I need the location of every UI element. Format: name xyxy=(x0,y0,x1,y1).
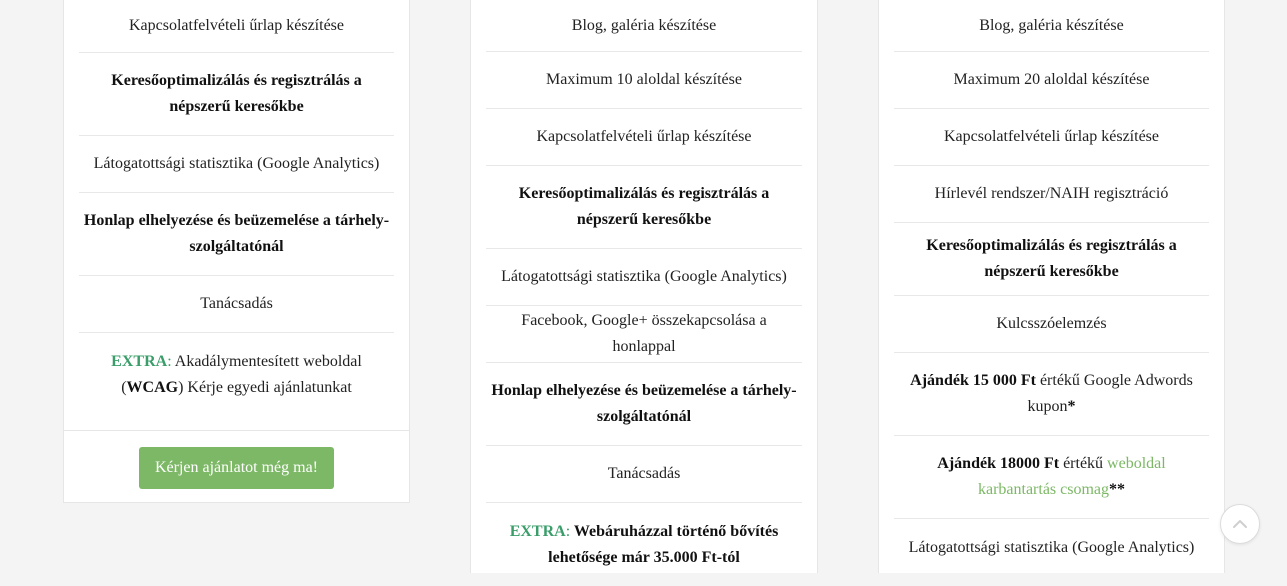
feature-item: Keresőoptimalizálás és regisztrálás a né… xyxy=(79,53,394,136)
pricing-footer: Kérjen ajánlatot még ma! xyxy=(64,430,409,502)
feature-item: Keresőoptimalizálás és regisztrálás a né… xyxy=(486,166,802,249)
extra-label: EXTRA xyxy=(509,522,566,540)
scroll-to-top-button[interactable] xyxy=(1220,504,1260,544)
request-quote-button[interactable]: Kérjen ajánlatot még ma! xyxy=(138,447,335,489)
feature-item: Látogatottsági statisztika (Google Analy… xyxy=(79,136,394,193)
feature-item: Kapcsolatfelvételi űrlap készítése xyxy=(79,0,394,53)
feature-item: Honlap elhelyezése és beüzemelése a tárh… xyxy=(486,363,802,446)
feature-item: Tanácsadás xyxy=(79,276,394,333)
feature-item: Kulcsszóelemzés xyxy=(894,296,1209,353)
feature-list: Blog, galéria készítése Maximum 20 alold… xyxy=(879,0,1224,576)
feature-item-extra: EXTRA: Akadálymentesített weboldal (WCAG… xyxy=(111,352,362,396)
feature-item: Látogatottsági statisztika (Google Analy… xyxy=(486,249,802,306)
feature-item: Keresőoptimalizálás és regisztrálás a né… xyxy=(894,223,1209,296)
pricing-column-basic: Kapcsolatfelvételi űrlap készítése Keres… xyxy=(63,0,410,503)
chevron-up-icon xyxy=(1233,520,1247,528)
feature-item: Ajándék 15 000 Ft értékű Google Adwords … xyxy=(894,353,1209,436)
feature-item: Kapcsolatfelvételi űrlap készítése xyxy=(894,109,1209,166)
pricing-column-standard: Blog, galéria készítése Maximum 10 alold… xyxy=(470,0,818,573)
feature-item: Maximum 20 aloldal készítése xyxy=(894,52,1209,109)
feature-item: Maximum 10 aloldal készítése xyxy=(486,52,802,109)
feature-item: Blog, galéria készítése xyxy=(894,0,1209,52)
feature-item-extra: EXTRA: Webáruházzal történő bővítés lehe… xyxy=(509,522,779,566)
feature-item: Kapcsolatfelvételi űrlap készítése xyxy=(486,109,802,166)
feature-item: Hírlevél rendszer/NAIH regisztráció xyxy=(894,166,1209,223)
feature-list: Kapcsolatfelvételi űrlap készítése Keres… xyxy=(64,0,409,416)
feature-item: Blog, galéria készítése xyxy=(486,0,802,52)
feature-item: Ajándék 18000 Ft értékű weboldal karbant… xyxy=(894,436,1209,519)
pricing-column-premium: Blog, galéria készítése Maximum 20 alold… xyxy=(878,0,1225,573)
extra-label: EXTRA xyxy=(111,352,168,370)
feature-item: Tanácsadás xyxy=(486,446,802,503)
feature-item: Honlap elhelyezése és beüzemelése a tárh… xyxy=(79,193,394,276)
feature-item: Látogatottsági statisztika (Google Analy… xyxy=(908,538,1195,556)
feature-item: Facebook, Google+ összekapcsolása a honl… xyxy=(486,306,802,363)
feature-list: Blog, galéria készítése Maximum 10 alold… xyxy=(471,0,817,586)
